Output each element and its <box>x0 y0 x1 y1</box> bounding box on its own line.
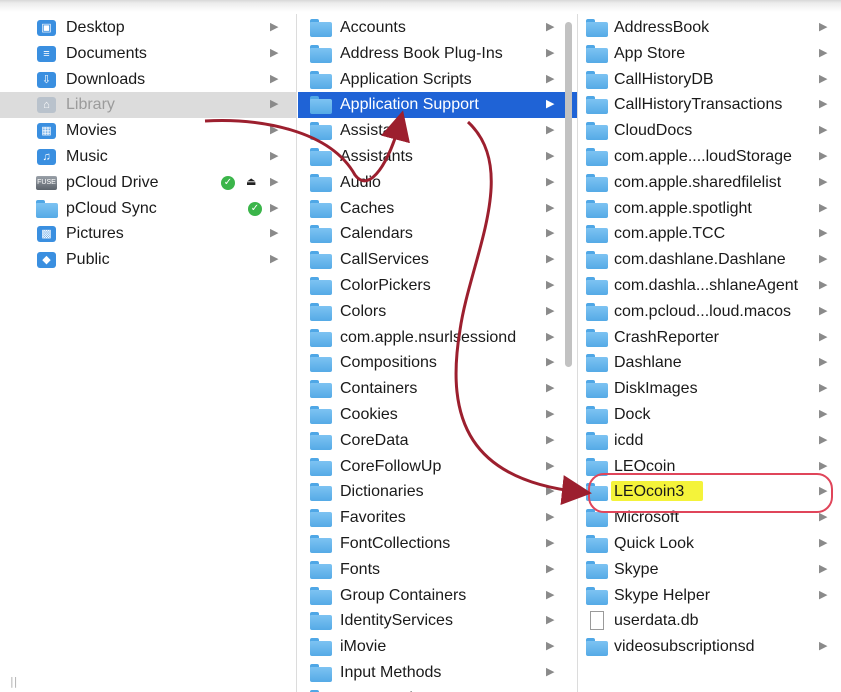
annotation-arrows <box>204 110 592 505</box>
arrow-to-application-support <box>204 110 410 183</box>
arrow-to-leocoin3 <box>454 120 592 505</box>
